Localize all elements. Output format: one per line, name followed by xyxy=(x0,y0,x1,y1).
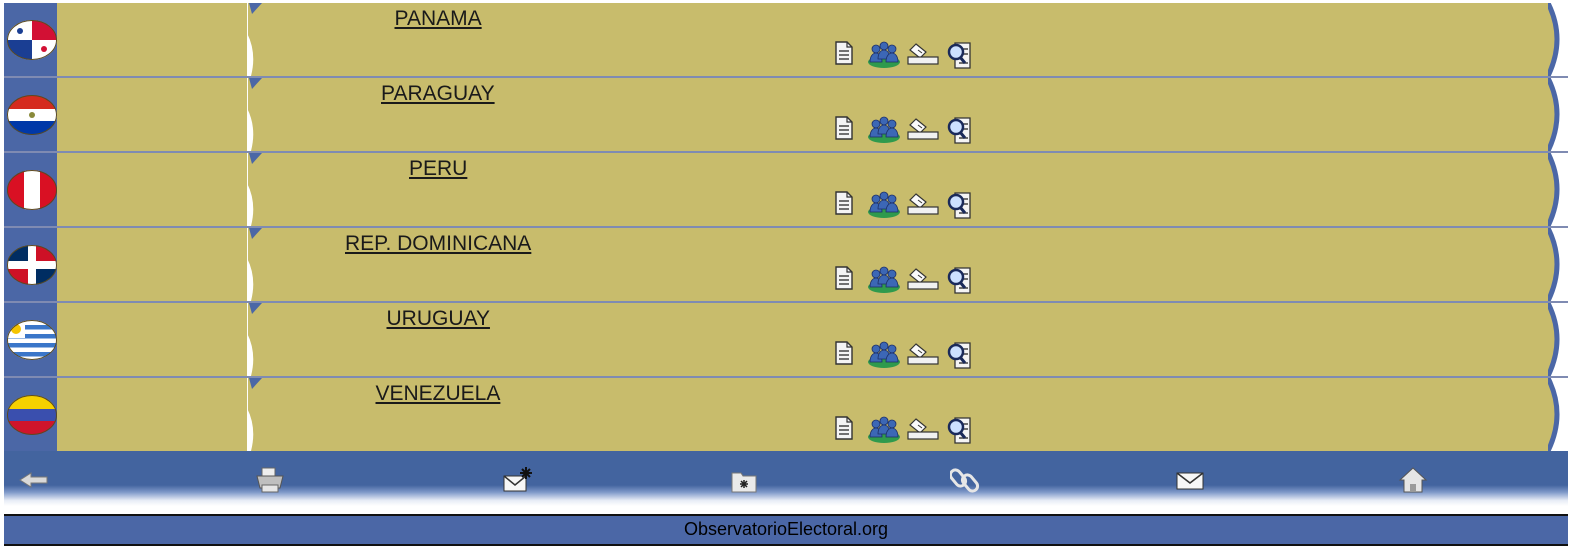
new-mail-icon[interactable] xyxy=(502,465,534,495)
row-spacer xyxy=(57,78,247,151)
left-curve-decoration xyxy=(247,108,254,151)
country-row: PARAGUAY xyxy=(0,78,1596,153)
country-link[interactable]: PARAGUAY xyxy=(381,82,495,106)
navigation-toolbar xyxy=(4,451,1568,506)
mail-icon[interactable] xyxy=(1174,465,1206,495)
country-row: VENEZUELA xyxy=(0,378,1596,453)
flag-cell xyxy=(4,378,57,451)
corner-decoration xyxy=(249,3,262,14)
flag-cell xyxy=(4,3,57,76)
row-spacer xyxy=(57,3,247,76)
row-spacer xyxy=(57,228,247,301)
search-document-icon[interactable] xyxy=(946,40,976,75)
row-spacer xyxy=(57,153,247,226)
country-link[interactable]: URUGUAY xyxy=(387,307,490,331)
flag-cell xyxy=(4,303,57,376)
ballot-box-icon[interactable] xyxy=(906,190,940,221)
country-link[interactable]: PANAMA xyxy=(395,7,482,31)
folder-icon[interactable] xyxy=(728,465,760,495)
ballot-box-icon[interactable] xyxy=(906,115,940,146)
corner-decoration xyxy=(249,378,262,389)
country-link[interactable]: VENEZUELA xyxy=(376,382,501,406)
corner-decoration xyxy=(249,153,262,164)
search-document-icon[interactable] xyxy=(946,415,976,450)
country-row: PERU xyxy=(0,153,1596,228)
corner-decoration xyxy=(249,78,262,89)
country-row: REP. DOMINICANA xyxy=(0,228,1596,303)
site-name: ObservatorioElectoral.org xyxy=(683,519,889,539)
flag-cell xyxy=(4,78,57,151)
document-icon[interactable] xyxy=(833,415,855,446)
right-curve-decoration xyxy=(1548,303,1568,376)
corner-decoration xyxy=(249,228,262,239)
country-link[interactable]: REP. DOMINICANA xyxy=(345,232,531,256)
document-icon[interactable] xyxy=(833,190,855,221)
country-row: URUGUAY xyxy=(0,303,1596,378)
people-icon[interactable] xyxy=(867,340,901,373)
ballot-box-icon[interactable] xyxy=(906,415,940,446)
people-icon[interactable] xyxy=(867,115,901,148)
right-curve-decoration xyxy=(1548,378,1568,451)
left-curve-decoration xyxy=(247,333,254,376)
back-arrow-icon[interactable] xyxy=(18,465,50,495)
corner-decoration xyxy=(249,303,262,314)
flag-cell xyxy=(4,153,57,226)
people-icon[interactable] xyxy=(867,265,901,298)
country-link[interactable]: PERU xyxy=(409,157,467,181)
left-curve-decoration xyxy=(247,33,254,76)
search-document-icon[interactable] xyxy=(946,265,976,300)
row-spacer xyxy=(57,303,247,376)
left-curve-decoration xyxy=(247,183,254,226)
left-curve-decoration xyxy=(247,258,254,301)
document-icon[interactable] xyxy=(833,265,855,296)
flag-cell xyxy=(4,228,57,301)
home-icon[interactable] xyxy=(1397,465,1429,495)
right-curve-decoration xyxy=(1548,3,1568,76)
ballot-box-icon[interactable] xyxy=(906,40,940,71)
ballot-box-icon[interactable] xyxy=(906,265,940,296)
right-curve-decoration xyxy=(1548,78,1568,151)
search-document-icon[interactable] xyxy=(946,340,976,375)
row-spacer xyxy=(57,378,247,451)
document-icon[interactable] xyxy=(833,115,855,146)
link-icon[interactable] xyxy=(948,465,982,495)
search-document-icon[interactable] xyxy=(946,190,976,225)
country-row: PANAMA xyxy=(0,3,1596,78)
document-icon[interactable] xyxy=(833,40,855,71)
printer-icon[interactable] xyxy=(254,465,286,495)
right-curve-decoration xyxy=(1548,228,1568,301)
footer-bar: ObservatorioElectoral.org xyxy=(4,514,1568,546)
people-icon[interactable] xyxy=(867,190,901,223)
ballot-box-icon[interactable] xyxy=(906,340,940,371)
search-document-icon[interactable] xyxy=(946,115,976,150)
people-icon[interactable] xyxy=(867,415,901,448)
people-icon[interactable] xyxy=(867,40,901,73)
right-curve-decoration xyxy=(1548,153,1568,226)
document-icon[interactable] xyxy=(833,340,855,371)
left-curve-decoration xyxy=(247,408,254,451)
